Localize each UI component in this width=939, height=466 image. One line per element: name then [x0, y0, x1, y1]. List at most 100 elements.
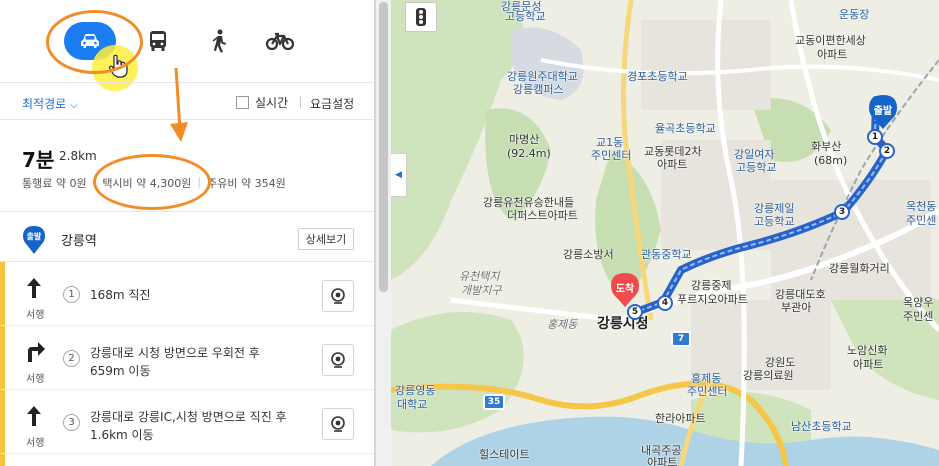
- step-camera-button[interactable]: [322, 280, 354, 312]
- map-label: 아파트: [853, 358, 884, 371]
- map-label: 경포초등학교: [627, 70, 688, 83]
- map-label: 유천택지: [459, 270, 500, 283]
- collapse-panel-button[interactable]: ◀: [391, 153, 407, 197]
- arrow-up-icon: [27, 406, 41, 426]
- walk-icon: [212, 29, 226, 53]
- step-text-line: 659m 이동: [90, 364, 151, 378]
- map-label: 개발지구: [461, 284, 502, 297]
- scrollbar-thumb[interactable]: [379, 2, 388, 292]
- toll-cost: 통행료 약 0원: [22, 177, 87, 190]
- step-number: 3: [63, 414, 80, 431]
- map-start-pin[interactable]: 출발: [867, 94, 899, 130]
- map-label: 홍제동: [547, 318, 578, 331]
- route-type-dropdown[interactable]: 최적경로 ⌵: [22, 95, 78, 112]
- map-label: 아파트: [817, 48, 848, 61]
- map-label: 강릉중제: [691, 279, 732, 292]
- step-text: 168m 직진: [90, 288, 151, 302]
- realtime-checkbox[interactable]: [236, 96, 249, 109]
- map-label: 교1동: [596, 136, 624, 149]
- map-label: 강릉영동: [395, 384, 436, 397]
- map-label: 강릉소방서: [563, 248, 614, 261]
- waypoint-marker[interactable]: 4: [657, 295, 673, 311]
- map-start-badge-label: 출발: [873, 106, 893, 117]
- step-camera-button[interactable]: [322, 408, 354, 440]
- map-label: 운동장: [839, 8, 870, 21]
- step-direction-label: 서행: [26, 310, 45, 321]
- step-camera-button[interactable]: [322, 344, 354, 376]
- traffic-layer-button[interactable]: [405, 2, 437, 32]
- arrow-up-icon: [27, 278, 41, 298]
- step-text: 강릉대로 시청 방면으로 우회전 후 659m 이동: [90, 344, 310, 380]
- step-direction-label: 서행: [26, 438, 45, 449]
- waypoint-marker[interactable]: 2: [879, 143, 895, 159]
- start-pin-icon: 출발: [22, 225, 46, 259]
- bus-icon: [150, 31, 166, 51]
- map-label: 화부산: [811, 140, 842, 153]
- map-label: 아파트: [657, 158, 688, 171]
- travel-time: 7분: [22, 148, 55, 172]
- map-view[interactable]: 35 7 강릉문성 고등학교 강릉원주대학교 강릉캠퍼스 마명산 (92.4m)…: [391, 0, 939, 466]
- map-label: 남산초등학교: [791, 420, 852, 433]
- map-label: 강릉원주대학교: [507, 70, 578, 83]
- map-label: 강릉대도호: [775, 288, 826, 301]
- fare-setting-link[interactable]: 요금설정: [310, 95, 354, 112]
- route-step[interactable]: 서행 1 168m 직진: [0, 262, 374, 326]
- step-text: 강릉대로 강릉IC,시청 방면으로 직진 후 1.6km 이동: [90, 408, 310, 444]
- fuel-cost: 주유비 약 354원: [207, 177, 286, 190]
- annotation-circle-taxi: [93, 154, 211, 210]
- map-label: 주민센터: [591, 149, 632, 162]
- map-label: (68m): [814, 154, 848, 167]
- map-label: 대학교: [397, 398, 428, 411]
- bike-icon: [266, 32, 294, 51]
- route-step[interactable]: 서행 2 강릉대로 시청 방면으로 우회전 후 659m 이동: [0, 326, 374, 390]
- realtime-label: 실시간: [255, 96, 289, 110]
- road-shield-35: 35: [483, 394, 505, 410]
- map-label: 관동중학교: [641, 248, 692, 261]
- map-label: 옥천동: [906, 200, 937, 213]
- map-label: 주민센: [906, 214, 937, 227]
- map-label: 율곡초등학교: [655, 122, 716, 135]
- map-label: 부관아: [781, 301, 812, 314]
- map-label: 고등학교: [505, 10, 546, 23]
- camera-icon: [331, 352, 345, 368]
- map-label: 주민센터: [687, 385, 728, 398]
- route-step[interactable]: 서행 3 강릉대로 강릉IC,시청 방면으로 직진 후 1.6km 이동: [0, 390, 374, 454]
- map-label: 고등학교: [736, 161, 777, 174]
- panel-scrollbar[interactable]: [375, 0, 391, 466]
- map-label: 교동이편한세상: [795, 34, 866, 47]
- map-label: 강릉월화거리: [829, 262, 890, 275]
- chevron-down-icon: ⌵: [70, 100, 78, 111]
- step-number: 2: [63, 350, 80, 367]
- step-number: 1: [63, 286, 80, 303]
- start-name: 강릉역: [61, 234, 97, 249]
- step-text-line: 강릉대로 강릉IC,시청 방면으로 직진 후: [90, 410, 287, 424]
- realtime-toggle[interactable]: 실시간: [236, 94, 288, 111]
- waypoint-marker[interactable]: 1: [867, 129, 883, 145]
- map-label: 한라아파트: [655, 412, 706, 425]
- options-divider: [300, 96, 301, 108]
- mode-bike-button[interactable]: [257, 18, 303, 64]
- waypoint-marker[interactable]: 3: [834, 204, 850, 220]
- map-label: 강일여자: [734, 148, 775, 161]
- mode-walk-button[interactable]: [196, 18, 242, 64]
- road-shield-7: 7: [671, 331, 691, 347]
- map-label: 주민센: [903, 310, 934, 323]
- route-type-label: 최적경로: [22, 97, 67, 111]
- map-label: 강릉의료원: [743, 369, 794, 382]
- step-text-line: 강릉대로 시청 방면으로 우회전 후: [90, 346, 260, 360]
- map-end-badge-label: 도착: [615, 284, 635, 295]
- chevron-left-icon: ◀: [395, 170, 402, 180]
- map-label: 강릉유천유승한내들: [483, 196, 575, 209]
- map-label: 노암신화: [847, 344, 888, 357]
- map-label: 더퍼스트아파트: [507, 209, 578, 222]
- detail-view-button[interactable]: 상세보기: [298, 228, 354, 250]
- step-text-line: 1.6km 이동: [90, 428, 154, 442]
- travel-distance: 2.8km: [59, 149, 97, 163]
- camera-icon: [331, 416, 345, 432]
- map-label: 푸르지오아파트: [677, 293, 748, 306]
- start-badge-label: 출발: [26, 232, 42, 241]
- map-end-pin[interactable]: 도착: [609, 272, 641, 308]
- map-label-city-hall: 강릉시청: [597, 316, 649, 332]
- route-steps-list: 서행 1 168m 직진 서행 2 강릉대로 시청 방면으로 우회전 후 659…: [0, 262, 374, 454]
- map-label: 옥양우: [903, 296, 934, 309]
